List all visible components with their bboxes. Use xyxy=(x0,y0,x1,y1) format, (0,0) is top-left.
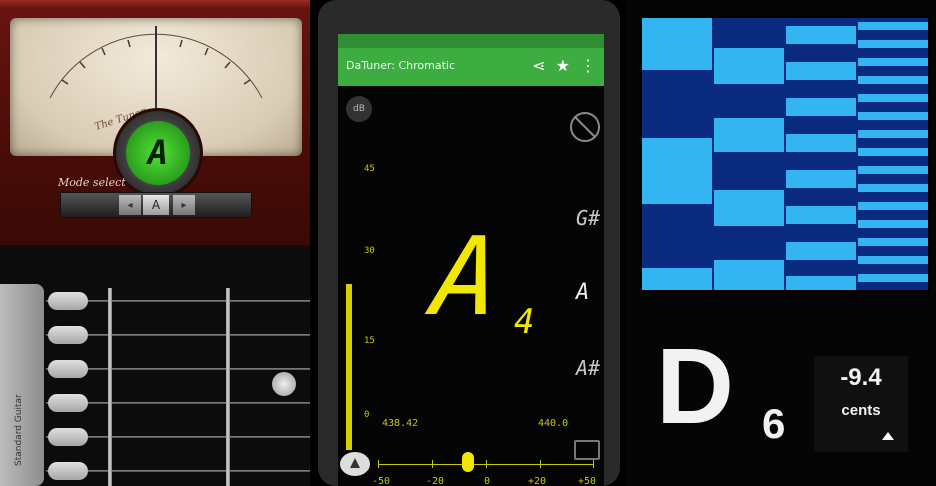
note-indicator-text: A xyxy=(147,133,169,173)
string-peg[interactable] xyxy=(48,394,88,412)
mode-select-label: Mode select xyxy=(58,176,126,189)
note-select-slider[interactable]: ◂ A ▸ xyxy=(60,192,252,218)
app-bar: DaTuner: Chromatic ⋖ ★ ⋮ xyxy=(338,48,604,86)
string-peg[interactable] xyxy=(48,462,88,480)
next-note-label: A# xyxy=(576,356,601,380)
cents-readout: -9.4 cents xyxy=(814,356,908,452)
cabinet-top-trim xyxy=(0,0,310,10)
strobe-note: D xyxy=(656,325,734,446)
lock-icon[interactable] xyxy=(574,440,600,460)
note-indicator-ring: A xyxy=(113,108,203,198)
fretboard: Standard Guitar xyxy=(0,248,310,486)
scale-label: 0 xyxy=(364,410,370,420)
scale-label: 45 xyxy=(364,164,375,174)
note-indicator-led: A xyxy=(126,121,190,185)
detected-octave: 4 xyxy=(514,302,535,342)
strobe-octave: 6 xyxy=(762,400,786,447)
mute-icon[interactable] xyxy=(570,112,600,142)
strobe-column xyxy=(786,18,856,290)
axis-label: -50 xyxy=(372,476,391,486)
string-peg[interactable] xyxy=(48,326,88,344)
vintage-tuner-panel: The Tuner A Mode select ◂ A ▸ Standard G… xyxy=(0,0,310,486)
app-bar-actions: ⋖ ★ ⋮ xyxy=(532,56,596,75)
db-toggle-button[interactable]: dB xyxy=(346,96,372,122)
strobe-column xyxy=(714,18,784,290)
status-bar xyxy=(338,34,604,48)
cents-value: -9.4 xyxy=(840,364,882,391)
level-meter-bar xyxy=(346,284,352,450)
phone-screen: DaTuner: Chromatic ⋖ ★ ⋮ dB 45 30 15 0 A… xyxy=(338,34,604,486)
scale-label: 15 xyxy=(364,336,375,346)
strobe-column xyxy=(642,18,712,290)
tuning-tab[interactable]: Standard Guitar xyxy=(0,284,44,486)
target-frequency: 440.0 xyxy=(538,418,569,429)
slider-knob[interactable]: A xyxy=(143,195,169,215)
string-peg[interactable] xyxy=(48,360,88,378)
up-arrow-icon xyxy=(882,432,894,440)
fret-bar xyxy=(108,288,112,486)
strobe-column xyxy=(858,18,928,290)
phone-frame: DaTuner: Chromatic ⋖ ★ ⋮ dB 45 30 15 0 A… xyxy=(318,0,620,486)
prev-note-label: G# xyxy=(576,206,601,230)
next-note-button[interactable]: ▸ xyxy=(173,195,195,215)
string-peg[interactable] xyxy=(48,292,88,310)
tuning-label: Standard Guitar xyxy=(14,394,24,466)
fret-bar xyxy=(226,288,230,486)
detected-note: A xyxy=(427,215,506,340)
axis-label: +20 xyxy=(528,476,547,486)
tuner-cabinet: The Tuner A Mode select ◂ A ▸ xyxy=(0,0,310,245)
scale-label: 30 xyxy=(364,246,375,256)
cents-needle xyxy=(462,452,474,472)
calibration-icon[interactable] xyxy=(340,452,370,476)
axis-label: +50 xyxy=(578,476,597,486)
prev-note-button[interactable]: ◂ xyxy=(119,195,141,215)
share-icon[interactable]: ⋖ xyxy=(532,56,545,75)
fret-position-marker xyxy=(272,372,296,396)
cents-label: cents xyxy=(841,402,881,419)
cents-axis xyxy=(378,460,594,468)
axis-label: 0 xyxy=(484,476,491,486)
measured-frequency: 438.42 xyxy=(382,418,419,429)
app-title: DaTuner: Chromatic xyxy=(346,59,456,72)
strobe-grid xyxy=(640,16,930,292)
strobe-tuner-panel: D 6 -9.4 cents xyxy=(626,0,936,486)
string-peg[interactable] xyxy=(48,428,88,446)
star-icon[interactable]: ★ xyxy=(556,56,570,75)
axis-label: -20 xyxy=(426,476,445,486)
current-note-label: A xyxy=(576,280,590,305)
phone-tuner-panel: DaTuner: Chromatic ⋖ ★ ⋮ dB 45 30 15 0 A… xyxy=(310,0,626,486)
more-icon[interactable]: ⋮ xyxy=(580,56,596,75)
